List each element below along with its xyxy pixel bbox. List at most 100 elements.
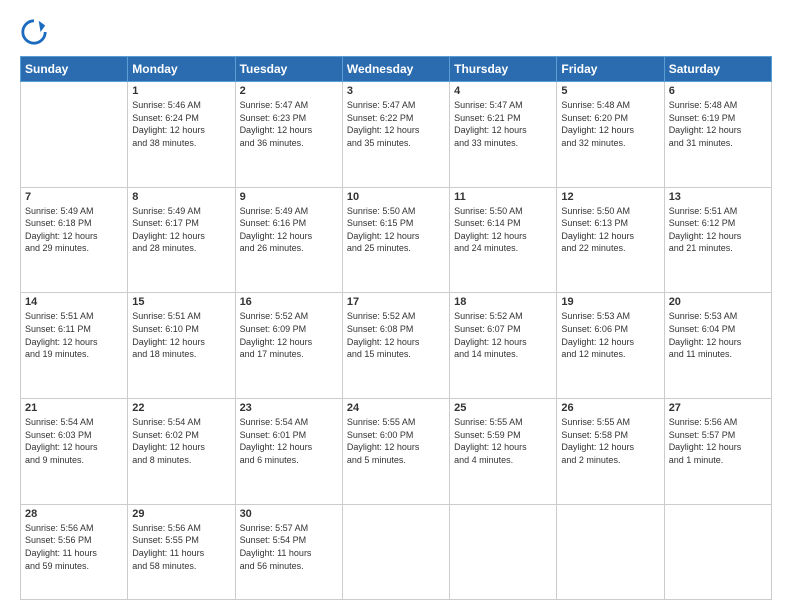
day-info: Sunrise: 5:57 AM Sunset: 5:54 PM Dayligh… — [240, 522, 338, 572]
day-number: 20 — [669, 296, 767, 308]
day-number: 28 — [25, 508, 123, 520]
day-number: 13 — [669, 191, 767, 203]
day-number: 7 — [25, 191, 123, 203]
calendar-week-row: 1Sunrise: 5:46 AM Sunset: 6:24 PM Daylig… — [21, 82, 772, 188]
calendar-cell: 14Sunrise: 5:51 AM Sunset: 6:11 PM Dayli… — [21, 293, 128, 399]
calendar-cell: 2 Sunrise: 5:47 AM Sunset: 6:23 PM Daylig… — [235, 82, 342, 188]
day-info: Sunrise: 5:55 AM Sunset: 5:58 PM Dayligh… — [561, 416, 659, 466]
calendar-cell: 11 Sunrise: 5:50 AM Sunset: 6:14 PM Dayli… — [450, 187, 557, 293]
calendar-cell: 19 Sunrise: 5:53 AM Sunset: 6:06 PM Dayli… — [557, 293, 664, 399]
day-number: 22 — [132, 402, 230, 414]
calendar-cell: 13 Sunrise: 5:51 AM Sunset: 6:12 PM Dayli… — [664, 187, 771, 293]
day-number: 3 — [347, 85, 445, 97]
day-info: Sunrise: 5:47 AM Sunset: 6:22 PM Dayligh… — [347, 99, 445, 149]
calendar-cell: 4 Sunrise: 5:47 AM Sunset: 6:21 PM Daylig… — [450, 82, 557, 188]
calendar-cell: 20Sunrise: 5:53 AM Sunset: 6:04 PM Dayli… — [664, 293, 771, 399]
day-number: 21 — [25, 402, 123, 414]
calendar-cell: 6 Sunrise: 5:48 AM Sunset: 6:19 PM Daylig… — [664, 82, 771, 188]
calendar-cell: 24 Sunrise: 5:55 AM Sunset: 6:00 PM Dayli… — [342, 399, 449, 505]
day-info: Sunrise: 5:47 AM Sunset: 6:23 PM Dayligh… — [240, 99, 338, 149]
day-info: Sunrise: 5:55 AM Sunset: 5:59 PM Dayligh… — [454, 416, 552, 466]
calendar-cell: 8 Sunrise: 5:49 AM Sunset: 6:17 PM Daylig… — [128, 187, 235, 293]
day-info: Sunrise: 5:48 AM Sunset: 6:20 PM Dayligh… — [561, 99, 659, 149]
calendar-cell — [664, 504, 771, 599]
day-info: Sunrise: 5:54 AM Sunset: 6:02 PM Dayligh… — [132, 416, 230, 466]
calendar-table: SundayMondayTuesdayWednesdayThursdayFrid… — [20, 56, 772, 600]
day-number: 17 — [347, 296, 445, 308]
day-number: 27 — [669, 402, 767, 414]
calendar-cell: 1Sunrise: 5:46 AM Sunset: 6:24 PM Daylig… — [128, 82, 235, 188]
day-number: 30 — [240, 508, 338, 520]
calendar-day-header: Tuesday — [235, 57, 342, 82]
calendar-day-header: Saturday — [664, 57, 771, 82]
day-info: Sunrise: 5:55 AM Sunset: 6:00 PM Dayligh… — [347, 416, 445, 466]
day-number: 26 — [561, 402, 659, 414]
calendar-cell: 22 Sunrise: 5:54 AM Sunset: 6:02 PM Dayli… — [128, 399, 235, 505]
calendar-cell: 21 Sunrise: 5:54 AM Sunset: 6:03 PM Dayli… — [21, 399, 128, 505]
day-number: 4 — [454, 85, 552, 97]
calendar-cell: 9 Sunrise: 5:49 AM Sunset: 6:16 PM Daylig… — [235, 187, 342, 293]
calendar-cell: 25Sunrise: 5:55 AM Sunset: 5:59 PM Dayli… — [450, 399, 557, 505]
day-info: Sunrise: 5:47 AM Sunset: 6:21 PM Dayligh… — [454, 99, 552, 149]
day-info: Sunrise: 5:54 AM Sunset: 6:01 PM Dayligh… — [240, 416, 338, 466]
calendar-cell: 27 Sunrise: 5:56 AM Sunset: 5:57 PM Dayli… — [664, 399, 771, 505]
header — [20, 16, 772, 46]
day-number: 15 — [132, 296, 230, 308]
day-number: 5 — [561, 85, 659, 97]
calendar-cell: 16 Sunrise: 5:52 AM Sunset: 6:09 PM Dayli… — [235, 293, 342, 399]
day-info: Sunrise: 5:52 AM Sunset: 6:07 PM Dayligh… — [454, 310, 552, 360]
calendar-week-row: 28 Sunrise: 5:56 AM Sunset: 5:56 PM Dayli… — [21, 504, 772, 599]
day-number: 23 — [240, 402, 338, 414]
day-number: 16 — [240, 296, 338, 308]
calendar-day-header: Sunday — [21, 57, 128, 82]
day-number: 24 — [347, 402, 445, 414]
calendar-cell: 26 Sunrise: 5:55 AM Sunset: 5:58 PM Dayli… — [557, 399, 664, 505]
day-info: Sunrise: 5:49 AM Sunset: 6:16 PM Dayligh… — [240, 205, 338, 255]
day-number: 9 — [240, 191, 338, 203]
calendar-week-row: 21 Sunrise: 5:54 AM Sunset: 6:03 PM Dayli… — [21, 399, 772, 505]
calendar-cell: 29Sunrise: 5:56 AM Sunset: 5:55 PM Dayli… — [128, 504, 235, 599]
day-number: 12 — [561, 191, 659, 203]
day-info: Sunrise: 5:48 AM Sunset: 6:19 PM Dayligh… — [669, 99, 767, 149]
calendar-cell: 12 Sunrise: 5:50 AM Sunset: 6:13 PM Dayli… — [557, 187, 664, 293]
calendar-cell: 5 Sunrise: 5:48 AM Sunset: 6:20 PM Daylig… — [557, 82, 664, 188]
calendar-day-header: Wednesday — [342, 57, 449, 82]
day-number: 2 — [240, 85, 338, 97]
logo — [20, 16, 52, 46]
day-number: 29 — [132, 508, 230, 520]
day-number: 19 — [561, 296, 659, 308]
calendar-cell: 10 Sunrise: 5:50 AM Sunset: 6:15 PM Dayli… — [342, 187, 449, 293]
calendar-cell: 7 Sunrise: 5:49 AM Sunset: 6:18 PM Daylig… — [21, 187, 128, 293]
day-info: Sunrise: 5:51 AM Sunset: 6:12 PM Dayligh… — [669, 205, 767, 255]
day-number: 8 — [132, 191, 230, 203]
logo-icon — [20, 18, 48, 46]
calendar-cell — [342, 504, 449, 599]
day-number: 14 — [25, 296, 123, 308]
day-info: Sunrise: 5:49 AM Sunset: 6:18 PM Dayligh… — [25, 205, 123, 255]
calendar-week-row: 7 Sunrise: 5:49 AM Sunset: 6:18 PM Daylig… — [21, 187, 772, 293]
calendar-cell: 23 Sunrise: 5:54 AM Sunset: 6:01 PM Dayli… — [235, 399, 342, 505]
day-info: Sunrise: 5:49 AM Sunset: 6:17 PM Dayligh… — [132, 205, 230, 255]
calendar-day-header: Monday — [128, 57, 235, 82]
day-info: Sunrise: 5:56 AM Sunset: 5:57 PM Dayligh… — [669, 416, 767, 466]
day-info: Sunrise: 5:52 AM Sunset: 6:09 PM Dayligh… — [240, 310, 338, 360]
day-number: 6 — [669, 85, 767, 97]
day-info: Sunrise: 5:50 AM Sunset: 6:13 PM Dayligh… — [561, 205, 659, 255]
calendar-cell: 17Sunrise: 5:52 AM Sunset: 6:08 PM Dayli… — [342, 293, 449, 399]
day-number: 18 — [454, 296, 552, 308]
day-info: Sunrise: 5:50 AM Sunset: 6:14 PM Dayligh… — [454, 205, 552, 255]
calendar-cell: 28 Sunrise: 5:56 AM Sunset: 5:56 PM Dayli… — [21, 504, 128, 599]
day-info: Sunrise: 5:50 AM Sunset: 6:15 PM Dayligh… — [347, 205, 445, 255]
calendar-day-header: Friday — [557, 57, 664, 82]
calendar-header-row: SundayMondayTuesdayWednesdayThursdayFrid… — [21, 57, 772, 82]
day-number: 11 — [454, 191, 552, 203]
day-info: Sunrise: 5:46 AM Sunset: 6:24 PM Dayligh… — [132, 99, 230, 149]
day-info: Sunrise: 5:56 AM Sunset: 5:56 PM Dayligh… — [25, 522, 123, 572]
calendar-cell — [557, 504, 664, 599]
day-info: Sunrise: 5:51 AM Sunset: 6:10 PM Dayligh… — [132, 310, 230, 360]
day-number: 10 — [347, 191, 445, 203]
calendar-day-header: Thursday — [450, 57, 557, 82]
day-info: Sunrise: 5:54 AM Sunset: 6:03 PM Dayligh… — [25, 416, 123, 466]
day-info: Sunrise: 5:53 AM Sunset: 6:06 PM Dayligh… — [561, 310, 659, 360]
calendar-cell — [450, 504, 557, 599]
